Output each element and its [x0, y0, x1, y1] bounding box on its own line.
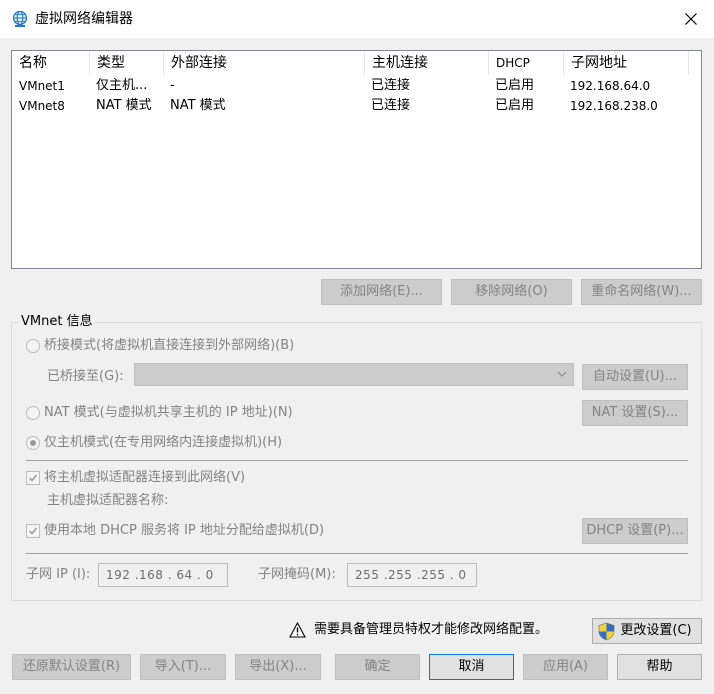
cell-name: VMnet8: [19, 99, 65, 113]
nat-settings-button[interactable]: NAT 设置(S)...: [582, 400, 688, 426]
add-network-button[interactable]: 添加网络(E)...: [321, 279, 442, 305]
table-row[interactable]: VMnet1 仅主机... - 已连接 已启用 192.168.64.0: [12, 76, 701, 96]
cell-external: NAT 模式: [170, 98, 226, 113]
network-list-header: 名称 类型 外部连接 主机连接 DHCP 子网地址: [12, 51, 701, 75]
nat-mode-label: NAT 模式(与虚拟机共享主机的 IP 地址)(N): [44, 405, 293, 420]
close-button[interactable]: [672, 4, 710, 34]
cell-subnet: 192.168.64.0: [570, 79, 651, 93]
connect-adapter-label: 将主机虚拟适配器连接到此网络(V): [44, 470, 246, 485]
column-header-name[interactable]: 名称: [12, 51, 89, 75]
cell-type: 仅主机...: [96, 78, 148, 93]
cell-dhcp: 已启用: [495, 78, 535, 93]
rename-network-button[interactable]: 重命名网络(W)...: [581, 279, 702, 305]
change-settings-label: 更改设置(C): [620, 623, 692, 638]
auto-settings-button[interactable]: 自动设置(U)...: [582, 364, 688, 390]
change-settings-button[interactable]: 更改设置(C): [592, 618, 702, 644]
apply-button[interactable]: 应用(A): [523, 654, 608, 680]
close-icon: [685, 13, 697, 25]
nat-mode-radio[interactable]: [26, 406, 40, 420]
checkmark-icon: [28, 527, 38, 535]
ok-button[interactable]: 确定: [335, 654, 420, 680]
table-row[interactable]: VMnet8 NAT 模式 NAT 模式 已连接 已启用 192.168.238…: [12, 96, 701, 116]
divider: [26, 553, 688, 554]
cell-external: -: [170, 78, 175, 93]
cell-type: NAT 模式: [96, 98, 152, 113]
hostonly-mode-radio[interactable]: [26, 436, 40, 450]
column-header-host[interactable]: 主机连接: [364, 51, 488, 75]
bridged-mode-label: 桥接模式(将虚拟机直接连接到外部网络)(B): [44, 338, 295, 353]
column-header-type[interactable]: 类型: [89, 51, 163, 75]
column-header-subnet[interactable]: 子网地址: [563, 51, 689, 75]
subnet-ip-label: 子网 IP (I):: [26, 567, 91, 582]
dhcp-checkbox[interactable]: [26, 524, 40, 538]
import-button[interactable]: 导入(T)...: [140, 654, 226, 680]
subnet-mask-input[interactable]: 255 .255 .255 . 0: [347, 563, 477, 587]
cell-name: VMnet1: [19, 79, 65, 93]
warning-icon: [289, 622, 306, 638]
vmnet-info-label: VMnet 信息: [19, 313, 95, 331]
globe-icon: [12, 10, 28, 27]
restore-defaults-button[interactable]: 还原默认设置(R): [12, 654, 131, 680]
window-title: 虚拟网络编辑器: [35, 11, 133, 27]
hostonly-mode-label: 仅主机模式(在专用网络内连接虚拟机)(H): [44, 435, 283, 450]
help-button[interactable]: 帮助: [617, 654, 702, 680]
checkmark-icon: [28, 474, 38, 482]
uac-shield-icon: [598, 622, 615, 641]
chevron-down-icon: [557, 371, 567, 377]
column-header-external[interactable]: 外部连接: [163, 51, 364, 75]
bridged-to-label: 已桥接至(G):: [47, 369, 124, 384]
bridged-mode-radio[interactable]: [26, 339, 40, 353]
adapter-name-label: 主机虚拟适配器名称:: [47, 493, 169, 508]
dhcp-settings-button[interactable]: DHCP 设置(P)...: [582, 518, 688, 544]
cell-dhcp: 已启用: [495, 98, 535, 113]
cell-host: 已连接: [371, 78, 411, 93]
network-list[interactable]: 名称 类型 外部连接 主机连接 DHCP 子网地址 VMnet1 仅主机... …: [11, 50, 702, 269]
subnet-mask-label: 子网掩码(M):: [258, 567, 336, 582]
dhcp-label: 使用本地 DHCP 服务将 IP 地址分配给虚拟机(D): [44, 523, 325, 538]
remove-network-button[interactable]: 移除网络(O): [451, 279, 572, 305]
cell-subnet: 192.168.238.0: [570, 99, 658, 113]
export-button[interactable]: 导出(X)...: [235, 654, 321, 680]
connect-adapter-checkbox[interactable]: [26, 471, 40, 485]
bridged-to-select[interactable]: [134, 363, 574, 386]
cell-host: 已连接: [371, 98, 411, 113]
subnet-ip-input[interactable]: 192 .168 . 64 . 0: [98, 563, 228, 587]
column-header-dhcp[interactable]: DHCP: [488, 51, 563, 75]
divider: [26, 460, 688, 461]
title-bar: 虚拟网络编辑器: [0, 0, 714, 38]
cancel-button[interactable]: 取消: [429, 654, 514, 680]
admin-notice-text: 需要具备管理员特权才能修改网络配置。: [314, 622, 549, 637]
